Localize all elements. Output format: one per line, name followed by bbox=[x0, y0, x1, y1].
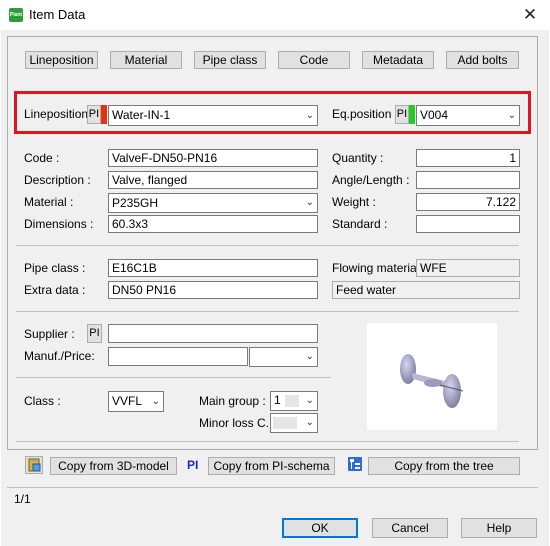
close-icon[interactable]: ✕ bbox=[518, 4, 542, 26]
lineposition-pi-tag[interactable]: PI bbox=[87, 105, 101, 124]
chevron-down-icon[interactable]: ⌄ bbox=[306, 106, 314, 125]
description-field[interactable]: Valve, flanged bbox=[108, 171, 318, 189]
dimensions-label: Dimensions : bbox=[24, 217, 94, 231]
lineposition-label: Lineposition : bbox=[24, 107, 95, 121]
item-3d-preview bbox=[367, 323, 497, 430]
flowing-material-code: WFE bbox=[416, 259, 520, 277]
supplier-pi-button[interactable]: PI bbox=[87, 324, 102, 343]
supplier-label: Supplier : bbox=[24, 327, 75, 341]
angle-length-field[interactable] bbox=[416, 171, 520, 189]
valve-3d-image bbox=[400, 354, 464, 408]
minor-loss-swatch bbox=[273, 417, 297, 429]
help-button[interactable]: Help bbox=[461, 518, 537, 538]
cancel-button[interactable]: Cancel bbox=[372, 518, 448, 538]
eqposition-label: Eq.position : bbox=[332, 107, 399, 121]
chevron-down-icon[interactable]: ⌄ bbox=[306, 348, 314, 366]
quantity-field[interactable]: 1 bbox=[416, 149, 520, 167]
weight-field[interactable]: 7.122 bbox=[416, 193, 520, 211]
minor-loss-label: Minor loss C. : bbox=[199, 416, 276, 430]
chevron-down-icon[interactable]: ⌄ bbox=[306, 414, 314, 432]
chevron-down-icon[interactable]: ⌄ bbox=[508, 106, 516, 125]
angle-length-label: Angle/Length : bbox=[332, 173, 410, 187]
flowing-material-label: Flowing material : bbox=[332, 261, 427, 275]
description-label: Description : bbox=[24, 173, 91, 187]
quantity-label: Quantity : bbox=[332, 151, 384, 165]
eqposition-pi-tag[interactable]: PI bbox=[395, 105, 409, 124]
main-group-swatch bbox=[285, 395, 299, 407]
pipe-class-label: Pipe class : bbox=[24, 261, 86, 275]
material-combo[interactable]: P235GH ⌄ bbox=[108, 193, 318, 213]
record-counter: 1/1 bbox=[14, 492, 31, 506]
weight-label: Weight : bbox=[332, 195, 376, 209]
supplier-field[interactable] bbox=[108, 324, 318, 343]
copy-from-pi-schema-button[interactable]: Copy from PI-schema bbox=[208, 457, 335, 475]
title-bar: Plant Item Data ✕ bbox=[0, 0, 550, 30]
separator bbox=[16, 377, 331, 378]
standard-label: Standard : bbox=[332, 217, 388, 231]
eqposition-value: V004 bbox=[420, 108, 449, 122]
code-label: Code : bbox=[24, 151, 60, 165]
chevron-down-icon[interactable]: ⌄ bbox=[306, 194, 314, 212]
flowing-material-description: Feed water bbox=[332, 281, 520, 299]
manuf-price-label: Manuf./Price: bbox=[24, 349, 95, 363]
minor-loss-combo[interactable]: ⌄ bbox=[270, 413, 318, 433]
main-group-value: 1 bbox=[274, 393, 281, 407]
chevron-down-icon[interactable]: ⌄ bbox=[306, 392, 314, 410]
class-label: Class : bbox=[24, 394, 61, 408]
status-separator bbox=[7, 487, 538, 488]
pipe-class-field[interactable]: E16C1B bbox=[108, 259, 318, 277]
main-group-combo[interactable]: 1 ⌄ bbox=[270, 391, 318, 411]
copy-from-tree-button[interactable]: Copy from the tree bbox=[368, 457, 520, 475]
code-field[interactable]: ValveF-DN50-PN16 bbox=[108, 149, 318, 167]
add-bolts-button[interactable]: Add bolts bbox=[446, 51, 519, 69]
lineposition-combo[interactable]: Water-IN-1 ⌄ bbox=[108, 105, 318, 126]
chevron-down-icon[interactable]: ⌄ bbox=[152, 392, 160, 411]
extra-data-field[interactable]: DN50 PN16 bbox=[108, 281, 318, 299]
class-combo[interactable]: VVFL ⌄ bbox=[108, 391, 164, 412]
lineposition-button[interactable]: Lineposition bbox=[25, 51, 98, 69]
lineposition-value: Water-IN-1 bbox=[112, 108, 171, 122]
manufacturer-field[interactable] bbox=[108, 347, 248, 366]
app-icon: Plant bbox=[9, 8, 23, 22]
class-value: VVFL bbox=[112, 394, 143, 408]
lineposition-color-marker bbox=[101, 105, 107, 124]
material-label: Material : bbox=[24, 195, 74, 209]
clipboard-icon bbox=[28, 458, 41, 472]
metadata-button[interactable]: Metadata bbox=[362, 51, 434, 69]
eqposition-combo[interactable]: V004 ⌄ bbox=[416, 105, 520, 126]
code-button[interactable]: Code bbox=[278, 51, 350, 69]
separator bbox=[16, 441, 519, 442]
material-button[interactable]: Material bbox=[110, 51, 182, 69]
main-group-label: Main group : bbox=[199, 394, 266, 408]
extra-data-label: Extra data : bbox=[24, 283, 86, 297]
dimensions-field[interactable]: 60.3x3 bbox=[108, 215, 318, 233]
price-combo[interactable]: ⌄ bbox=[249, 347, 318, 367]
ok-button[interactable]: OK bbox=[282, 518, 358, 538]
separator bbox=[16, 311, 519, 312]
material-value: P235GH bbox=[112, 196, 159, 210]
pi-schema-icon: PI bbox=[187, 458, 199, 472]
window-title: Item Data bbox=[29, 7, 86, 22]
copy-3d-icon-button[interactable] bbox=[25, 456, 43, 474]
tree-icon bbox=[347, 456, 363, 472]
standard-field[interactable] bbox=[416, 215, 520, 233]
separator bbox=[16, 245, 519, 246]
pipe-class-button[interactable]: Pipe class bbox=[194, 51, 266, 69]
copy-from-3d-model-button[interactable]: Copy from 3D-model bbox=[50, 457, 177, 475]
eqposition-color-marker bbox=[409, 105, 415, 124]
